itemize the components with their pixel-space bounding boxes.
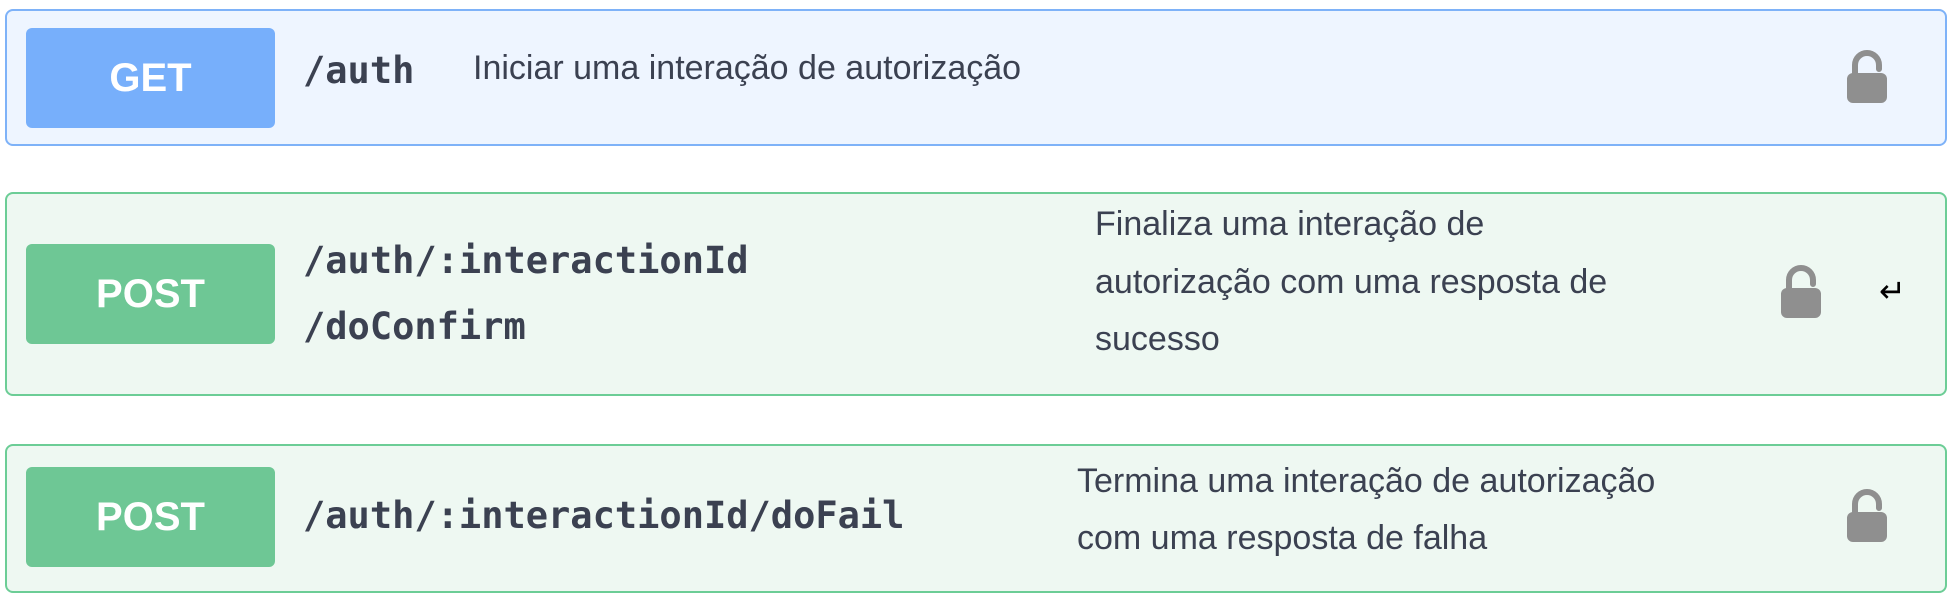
operation-path: /auth/:interactionId/doFail [303,494,905,537]
lock-icon[interactable] [1845,488,1889,544]
operation-description-line-1: Termina uma interação de autorização [1077,462,1656,500]
operation-description-line-2: autorização com uma resposta de [1095,263,1608,301]
operation-description-line-2: com uma resposta de falha [1077,519,1488,557]
operation-path: /auth [303,49,415,92]
method-badge-post: POST [26,244,275,344]
operation-path-line-1: /auth/:interactionId [303,239,749,282]
operation-description-line-1: Finaliza uma interação de [1095,205,1485,243]
lock-icon[interactable] [1845,49,1889,105]
operation-get-auth[interactable]: GET /auth Iniciar uma interação de autor… [5,9,1947,146]
operation-post-doconfirm[interactable]: POST /auth/:interactionId /doConfirm Fin… [5,192,1947,396]
return-arrow-icon[interactable]: ↵ [1879,272,1906,310]
lock-icon[interactable] [1779,264,1823,320]
operation-description: Iniciar uma interação de autorização [473,49,1022,87]
operation-post-dofail[interactable]: POST /auth/:interactionId/doFail Termina… [5,444,1947,593]
method-badge-post: POST [26,467,275,567]
operation-description-line-3: sucesso [1095,320,1220,358]
method-badge-get: GET [26,28,275,128]
operation-path-line-2: /doConfirm [303,305,526,348]
